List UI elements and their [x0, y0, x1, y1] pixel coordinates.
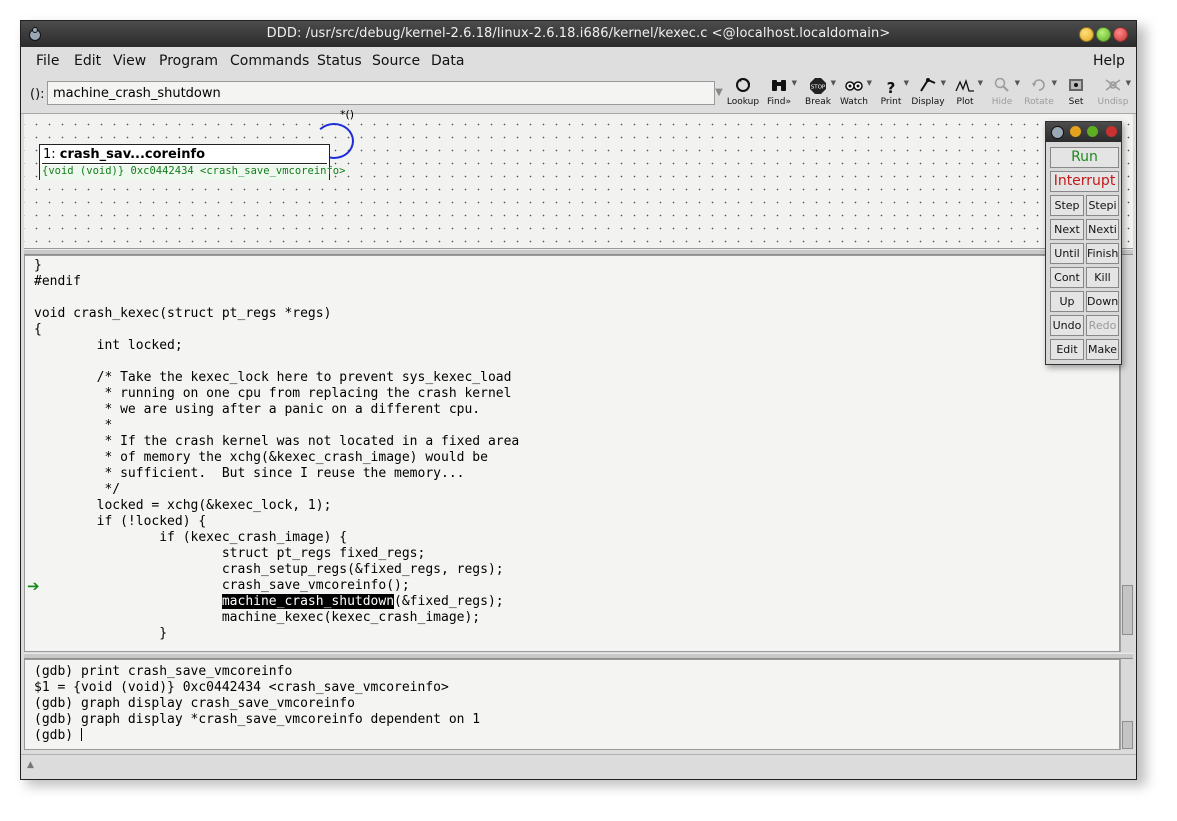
rotate-label: Rotate	[1024, 97, 1054, 107]
run-button[interactable]: Run	[1050, 147, 1119, 168]
source-code: } #endif void crash_kexec(struct pt_regs…	[34, 258, 519, 642]
menu-edit[interactable]: Edit	[74, 53, 101, 69]
hide-dropdown-icon[interactable]: ▼	[1015, 79, 1020, 87]
source-scrollbar-thumb[interactable]	[1122, 585, 1133, 635]
title-bar[interactable]: DDD: /usr/src/debug/kernel-2.6.18/linux-…	[21, 21, 1136, 47]
up-button[interactable]: Up	[1050, 291, 1084, 312]
interrupt-button[interactable]: Interrupt	[1050, 171, 1119, 192]
nexti-button[interactable]: Nexti	[1086, 219, 1119, 240]
kill-button[interactable]: Kill	[1086, 267, 1119, 288]
break-button[interactable]: STOP Break ▼	[801, 77, 836, 111]
toolbar: (): ▼ Lookup Find» ▼ STOP Break ▼	[21, 75, 1136, 114]
cont-button[interactable]: Cont	[1050, 267, 1084, 288]
hide-label: Hide	[991, 97, 1013, 107]
command-tool-menu-icon[interactable]	[1051, 126, 1064, 139]
window-title: DDD: /usr/src/debug/kernel-2.6.18/linux-…	[266, 26, 891, 41]
data-node-name: crash_sav...coreinfo	[59, 147, 206, 162]
plot-label: Plot	[956, 97, 974, 107]
display-dropdown-icon[interactable]: ▼	[941, 79, 946, 87]
print-dropdown-icon[interactable]: ▼	[904, 79, 909, 87]
command-tool-titlebar[interactable]	[1046, 122, 1121, 142]
menu-program[interactable]: Program	[159, 53, 218, 69]
set-button[interactable]: Set	[1059, 77, 1093, 111]
undisp-dropdown-icon[interactable]: ▼	[1126, 79, 1131, 87]
find-label: Find»	[767, 97, 791, 107]
undo-button[interactable]: Undo	[1050, 315, 1084, 336]
data-display-area[interactable]: *() 1: crash_sav...coreinfo {void (void)…	[24, 108, 1133, 249]
svg-text:STOP: STOP	[811, 85, 826, 91]
command-tool-maximize-button[interactable]	[1087, 126, 1098, 137]
until-button[interactable]: Until	[1050, 243, 1084, 264]
menu-source[interactable]: Source	[372, 53, 420, 69]
lookup-button[interactable]: Lookup	[726, 77, 760, 111]
make-button[interactable]: Make	[1086, 339, 1119, 360]
status-resize-icon[interactable]: ▲	[27, 760, 34, 770]
source-code-before: } #endif void crash_kexec(struct pt_regs…	[34, 258, 520, 593]
console-text: (gdb) print crash_save_vmcoreinfo $1 = {…	[34, 664, 481, 743]
edge-label: *()	[340, 108, 355, 121]
redo-button[interactable]: Redo	[1086, 315, 1119, 336]
console-scrollbar[interactable]	[1120, 659, 1134, 750]
find-button[interactable]: Find» ▼	[762, 77, 797, 111]
text-cursor	[80, 728, 82, 741]
edit-button[interactable]: Edit	[1050, 339, 1084, 360]
maximize-button[interactable]	[1096, 27, 1111, 42]
selected-identifier[interactable]: machine_crash_shutdown	[221, 594, 395, 609]
command-tool-close-button[interactable]	[1106, 126, 1117, 137]
menu-commands[interactable]: Commands	[230, 53, 309, 69]
display-button[interactable]: Display ▼	[911, 77, 946, 111]
status-bar: ▲	[21, 754, 1136, 779]
menu-status[interactable]: Status	[317, 53, 362, 69]
menu-file[interactable]: File	[36, 53, 59, 69]
watch-dropdown-icon[interactable]: ▼	[867, 79, 872, 87]
execution-position-arrow-icon: ➔	[27, 577, 40, 595]
close-window-button[interactable]	[1113, 27, 1128, 42]
data-node-title: 1: crash_sav...coreinfo	[43, 147, 205, 162]
step-button[interactable]: Step	[1050, 195, 1084, 216]
menu-view[interactable]: View	[113, 53, 146, 69]
break-dropdown-icon[interactable]: ▼	[831, 79, 836, 87]
menu-bar: File Edit View Program Commands Status S…	[21, 47, 1136, 76]
source-window[interactable]: } #endif void crash_kexec(struct pt_regs…	[24, 255, 1120, 652]
rotate-button[interactable]: Rotate ▼	[1022, 77, 1057, 111]
print-button[interactable]: ? Print ▼	[874, 77, 909, 111]
print-label: Print	[880, 97, 902, 107]
menu-data[interactable]: Data	[431, 53, 464, 69]
source-scrollbar[interactable]	[1120, 255, 1134, 652]
finish-button[interactable]: Finish	[1086, 243, 1119, 264]
argument-label: ():	[30, 87, 45, 102]
plot-dropdown-icon[interactable]: ▼	[978, 79, 983, 87]
watch-button[interactable]: Watch ▼	[837, 77, 872, 111]
find-dropdown-icon[interactable]: ▼	[792, 79, 797, 87]
lookup-icon	[726, 77, 760, 97]
menu-help[interactable]: Help	[1093, 53, 1125, 69]
console-output: (gdb) print crash_save_vmcoreinfo $1 = {…	[34, 664, 480, 744]
data-node-value: {void (void)} 0xc0442434 <crash_save_vmc…	[40, 165, 345, 180]
data-node-number: 1:	[43, 147, 56, 162]
console-scrollbar-thumb[interactable]	[1122, 721, 1133, 749]
data-display-node[interactable]: 1: crash_sav...coreinfo {void (void)} 0x…	[39, 144, 345, 180]
display-label: Display	[911, 97, 945, 107]
argument-input[interactable]	[47, 81, 715, 105]
undisp-label: Undisp	[1097, 97, 1129, 107]
ddd-main-window: DDD: /usr/src/debug/kernel-2.6.18/linux-…	[20, 20, 1137, 780]
data-node-divider	[42, 163, 327, 164]
minimize-button[interactable]	[1079, 27, 1094, 42]
lookup-label: Lookup	[726, 97, 760, 107]
plot-button[interactable]: Plot ▼	[948, 77, 983, 111]
stepi-button[interactable]: Stepi	[1086, 195, 1119, 216]
next-button[interactable]: Next	[1050, 219, 1084, 240]
set-label: Set	[1068, 97, 1084, 107]
rotate-dropdown-icon[interactable]: ▼	[1052, 79, 1057, 87]
hide-button[interactable]: Hide ▼	[985, 77, 1020, 111]
command-tool-minimize-button[interactable]	[1070, 126, 1081, 137]
argument-history-dropdown-icon[interactable]: ▼	[712, 81, 726, 105]
command-tool-window: Run Interrupt Step Stepi Next Nexti Unti…	[1045, 121, 1122, 365]
watch-label: Watch	[839, 97, 869, 107]
set-icon	[1059, 77, 1093, 97]
gdb-console[interactable]: (gdb) print crash_save_vmcoreinfo $1 = {…	[24, 659, 1120, 750]
break-label: Break	[805, 97, 831, 107]
down-button[interactable]: Down	[1086, 291, 1119, 312]
undisp-button[interactable]: Undisp ▼	[1096, 77, 1131, 111]
